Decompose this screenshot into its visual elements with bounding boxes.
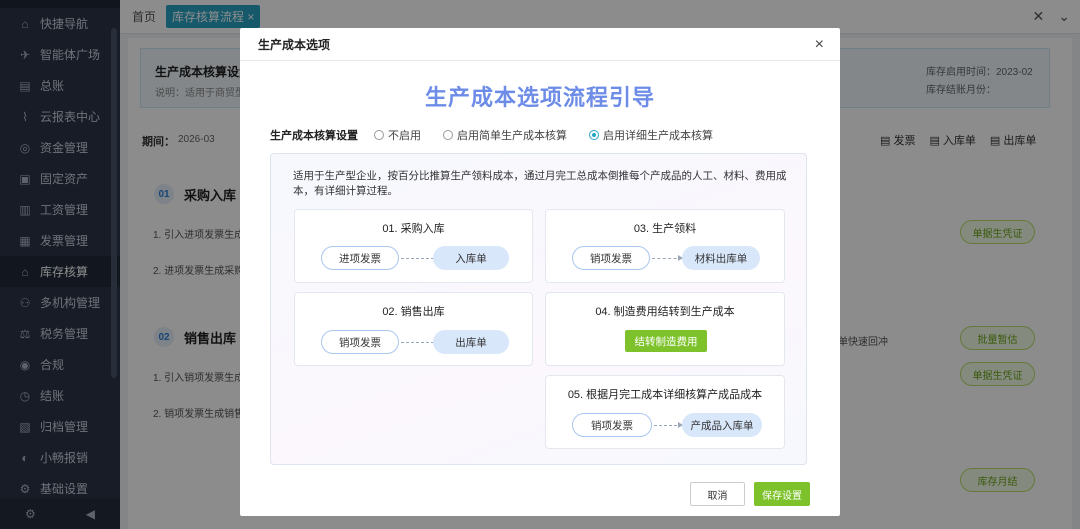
card-finished-goods-costing: 05. 根据月完工成本详细核算产成品成本 销项发票 产成品入库单 (545, 375, 785, 449)
card-sales-outbound: 02. 销售出库 销项发票 出库单 (294, 292, 533, 366)
cost-setting-row: 生产成本核算设置 不启用 启用简单生产成本核算 启用详细生产成本核算 (270, 127, 735, 143)
card-overhead-transfer: 04. 制造费用结转到生产成本 结转制造费用 (545, 292, 785, 366)
flow-target: 产成品入库单 (682, 413, 762, 437)
close-icon[interactable]: × (815, 36, 824, 54)
setting-label: 生产成本核算设置 (270, 130, 358, 142)
flow-target: 入库单 (433, 246, 509, 270)
option-detailed-radio[interactable]: 启用详细生产成本核算 (589, 127, 713, 143)
flow-source: 销项发票 (572, 413, 652, 437)
radio-dot-icon (589, 130, 599, 140)
guide-title: 生产成本选项流程引导 (424, 85, 655, 110)
card-purchase-inbound: 01. 采购入库 进项发票 入库单 (294, 209, 533, 283)
save-settings-button[interactable]: 保存设置 (754, 482, 810, 506)
flow-source: 销项发票 (572, 246, 650, 270)
flow-target: 材料出库单 (682, 246, 760, 270)
radio-dot-icon (443, 130, 453, 140)
modal-title: 生产成本选项 (258, 37, 331, 52)
card-title: 01. 采购入库 (382, 223, 445, 235)
option-disable-radio[interactable]: 不启用 (374, 127, 421, 143)
card-title: 02. 销售出库 (382, 306, 445, 318)
transfer-overhead-button[interactable]: 结转制造费用 (625, 330, 707, 352)
flow-source: 销项发票 (321, 330, 399, 354)
card-production-picking: 03. 生产领料 销项发票 材料出库单 (545, 209, 785, 283)
flow-arrow-icon (654, 422, 683, 428)
flow-panel: 适用于生产型企业，按百分比推算生产领料成本，通过月完工总成本倒推每个产成品的人工… (270, 153, 807, 465)
card-title: 05. 根据月完工成本详细核算产成品成本 (567, 389, 763, 401)
option-simple-radio[interactable]: 启用简单生产成本核算 (443, 127, 567, 143)
flow-description: 适用于生产型企业，按百分比推算生产领料成本，通过月完工总成本倒推每个产成品的人工… (293, 170, 787, 197)
cancel-button[interactable]: 取消 (690, 482, 745, 506)
production-cost-modal: 生产成本选项 × 生产成本选项流程引导 生产成本核算设置 不启用 启用简单生产成… (240, 28, 840, 516)
option-label: 不启用 (388, 130, 421, 142)
option-label: 启用简单生产成本核算 (457, 130, 567, 142)
card-title: 03. 生产领料 (633, 223, 697, 235)
modal-header: 生产成本选项 (240, 28, 840, 61)
card-title: 04. 制造费用结转到生产成本 (595, 306, 735, 318)
radio-dot-icon (374, 130, 384, 140)
flow-source: 进项发票 (321, 246, 399, 270)
flow-target: 出库单 (433, 330, 509, 354)
option-label: 启用详细生产成本核算 (603, 130, 713, 142)
flow-arrow-icon (652, 255, 683, 261)
